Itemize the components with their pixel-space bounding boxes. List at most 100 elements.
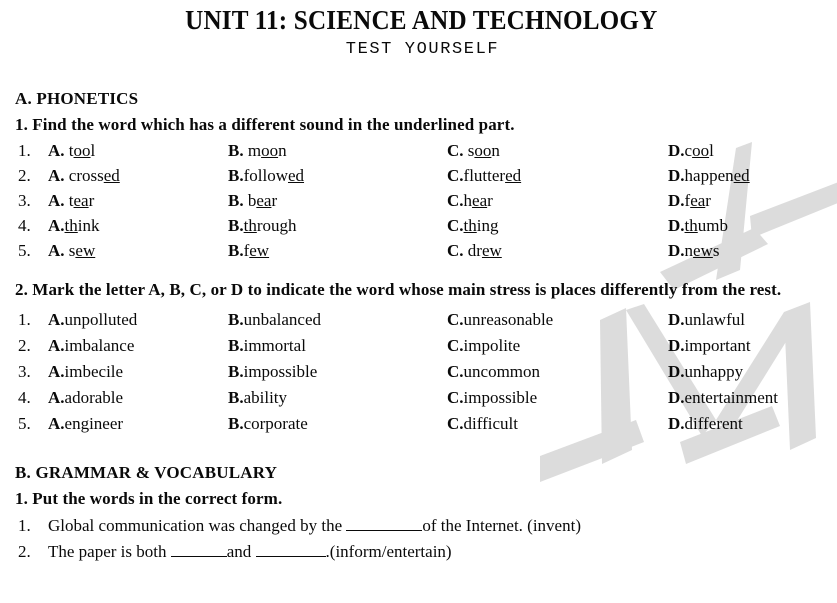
row-number: 4. [18, 216, 31, 236]
option-a[interactable]: A. tool [48, 138, 95, 163]
option-c[interactable]: C. drew [447, 238, 502, 263]
option-c[interactable]: C.fluttered [447, 163, 521, 188]
row-number: 5. [18, 241, 31, 261]
table-row: 5. A. sew B.few C. drew D.news [0, 238, 837, 263]
underlined-part: ea [472, 191, 488, 211]
table-row: 2. A.imbalance B.immortal C.impolite D.i… [0, 333, 837, 359]
option-b[interactable]: B.through [228, 213, 297, 238]
option-b[interactable]: B.corporate [228, 411, 308, 437]
underlined-part: ed [733, 166, 750, 186]
row-number: 1. [18, 309, 31, 329]
underlined-part: ea [690, 191, 706, 211]
row-number: 3. [18, 361, 31, 381]
underlined-part: ed [103, 166, 120, 186]
option-d[interactable]: D.news [668, 238, 719, 263]
option-c[interactable]: C. soon [447, 138, 500, 163]
document-content: UNIT 11: SCIENCE AND TECHNOLOGY TEST YOU… [0, 6, 837, 565]
row-number: 2. [18, 541, 31, 561]
option-b[interactable]: B.few [228, 238, 269, 263]
option-c[interactable]: C.impossible [447, 385, 537, 411]
row-number: 1. [18, 141, 31, 161]
option-b[interactable]: B.immortal [228, 333, 306, 359]
page-subtitle: TEST YOURSELF [345, 40, 500, 60]
option-b[interactable]: B.ability [228, 385, 287, 411]
option-a[interactable]: A.engineer [48, 411, 123, 437]
table-row: 5. A.engineer B.corporate C.difficult D.… [0, 411, 837, 437]
underlined-part: ed [505, 166, 522, 186]
option-c[interactable]: C.impolite [447, 333, 520, 359]
list-item: 1. Global communication was changed by t… [0, 513, 837, 539]
underlined-part: oo [474, 141, 492, 161]
list-item: 2. The paper is both and .(inform/entert… [0, 539, 837, 565]
table-row: 2. A. crossed B.followed C.fluttered D.h… [0, 163, 837, 188]
blank-field[interactable] [255, 540, 326, 557]
underlined-part: ew [693, 241, 713, 261]
phonetics-question-list: 1. A. tool B. moon C. soon D.cool 2. A. … [0, 138, 837, 263]
row-number: 4. [18, 387, 31, 407]
blank-field[interactable] [170, 540, 227, 557]
row-number: 2. [18, 335, 31, 355]
fill-in-sentence: Global communication was changed by the … [48, 514, 581, 535]
row-number: 1. [18, 515, 31, 535]
option-d[interactable]: D.thumb [668, 213, 728, 238]
blank-field[interactable] [346, 514, 423, 531]
underlined-part: oo [73, 141, 91, 161]
underlined-part: ea [256, 191, 272, 211]
option-d[interactable]: D.unhappy [668, 359, 743, 385]
underlined-part: th [684, 216, 698, 236]
underlined-part: ew [75, 241, 96, 261]
underlined-part: th [64, 216, 78, 236]
underlined-part: oo [261, 141, 279, 161]
option-d[interactable]: D.happened [668, 163, 750, 188]
option-a[interactable]: A.imbecile [48, 359, 123, 385]
instruction-grammar-1: 1. Put the words in the correct form. [15, 488, 283, 508]
option-c[interactable]: C.difficult [447, 411, 518, 437]
table-row: 1. A.unpolluted B.unbalanced C.unreasona… [0, 307, 837, 333]
underlined-part: ed [287, 166, 305, 186]
option-b[interactable]: B.followed [228, 163, 304, 188]
document-page: UNIT 11: SCIENCE AND TECHNOLOGY TEST YOU… [0, 0, 837, 603]
option-b[interactable]: B. moon [228, 138, 287, 163]
option-d[interactable]: D.different [668, 411, 743, 437]
option-d[interactable]: D.entertainment [668, 385, 778, 411]
instruction-phonetics-2: 2. Mark the letter A, B, C, or D to indi… [15, 280, 782, 300]
option-a[interactable]: A.adorable [48, 385, 123, 411]
underlined-part: oo [692, 141, 710, 161]
underlined-part: th [463, 216, 477, 236]
option-a[interactable]: A. sew [48, 238, 95, 263]
underlined-part: ea [73, 191, 89, 211]
option-d[interactable]: D.fear [668, 188, 711, 213]
option-a[interactable]: A. crossed [48, 163, 120, 188]
section-heading-phonetics: A. PHONETICS [15, 89, 139, 109]
option-c[interactable]: C.uncommon [447, 359, 540, 385]
table-row: 3. A.imbecile B.impossible C.uncommon D.… [0, 359, 837, 385]
option-b[interactable]: B. bear [228, 188, 277, 213]
option-d[interactable]: D.cool [668, 138, 714, 163]
option-c[interactable]: C.unreasonable [447, 307, 553, 333]
option-d[interactable]: D.unlawful [668, 307, 745, 333]
table-row: 4. A.think B.through C.thing D.thumb [0, 213, 837, 238]
underlined-part: ew [481, 241, 502, 261]
instruction-phonetics-1: 1. Find the word which has a different s… [15, 115, 515, 135]
underlined-part: th [243, 216, 257, 236]
option-a[interactable]: A.think [48, 213, 100, 238]
option-a[interactable]: A.unpolluted [48, 307, 137, 333]
stress-question-list: 1. A.unpolluted B.unbalanced C.unreasona… [0, 307, 837, 437]
table-row: 1. A. tool B. moon C. soon D.cool [0, 138, 837, 163]
table-row: 4. A.adorable B.ability C.impossible D.e… [0, 385, 837, 411]
row-number: 3. [18, 191, 31, 211]
option-b[interactable]: B.unbalanced [228, 307, 321, 333]
page-title: UNIT 11: SCIENCE AND TECHNOLOGY [185, 5, 658, 35]
table-row: 3. A. tear B. bear C.hear D.fear [0, 188, 837, 213]
row-number: 5. [18, 413, 31, 433]
section-heading-grammar: B. GRAMMAR & VOCABULARY [15, 462, 278, 482]
option-c[interactable]: C.thing [447, 213, 499, 238]
option-c[interactable]: C.hear [447, 188, 493, 213]
fill-in-sentence: The paper is both and .(inform/entertain… [48, 540, 452, 561]
option-b[interactable]: B.impossible [228, 359, 317, 385]
option-a[interactable]: A. tear [48, 188, 94, 213]
underlined-part: ew [249, 241, 270, 261]
row-number: 2. [18, 166, 31, 186]
option-d[interactable]: D.important [668, 333, 751, 359]
option-a[interactable]: A.imbalance [48, 333, 134, 359]
